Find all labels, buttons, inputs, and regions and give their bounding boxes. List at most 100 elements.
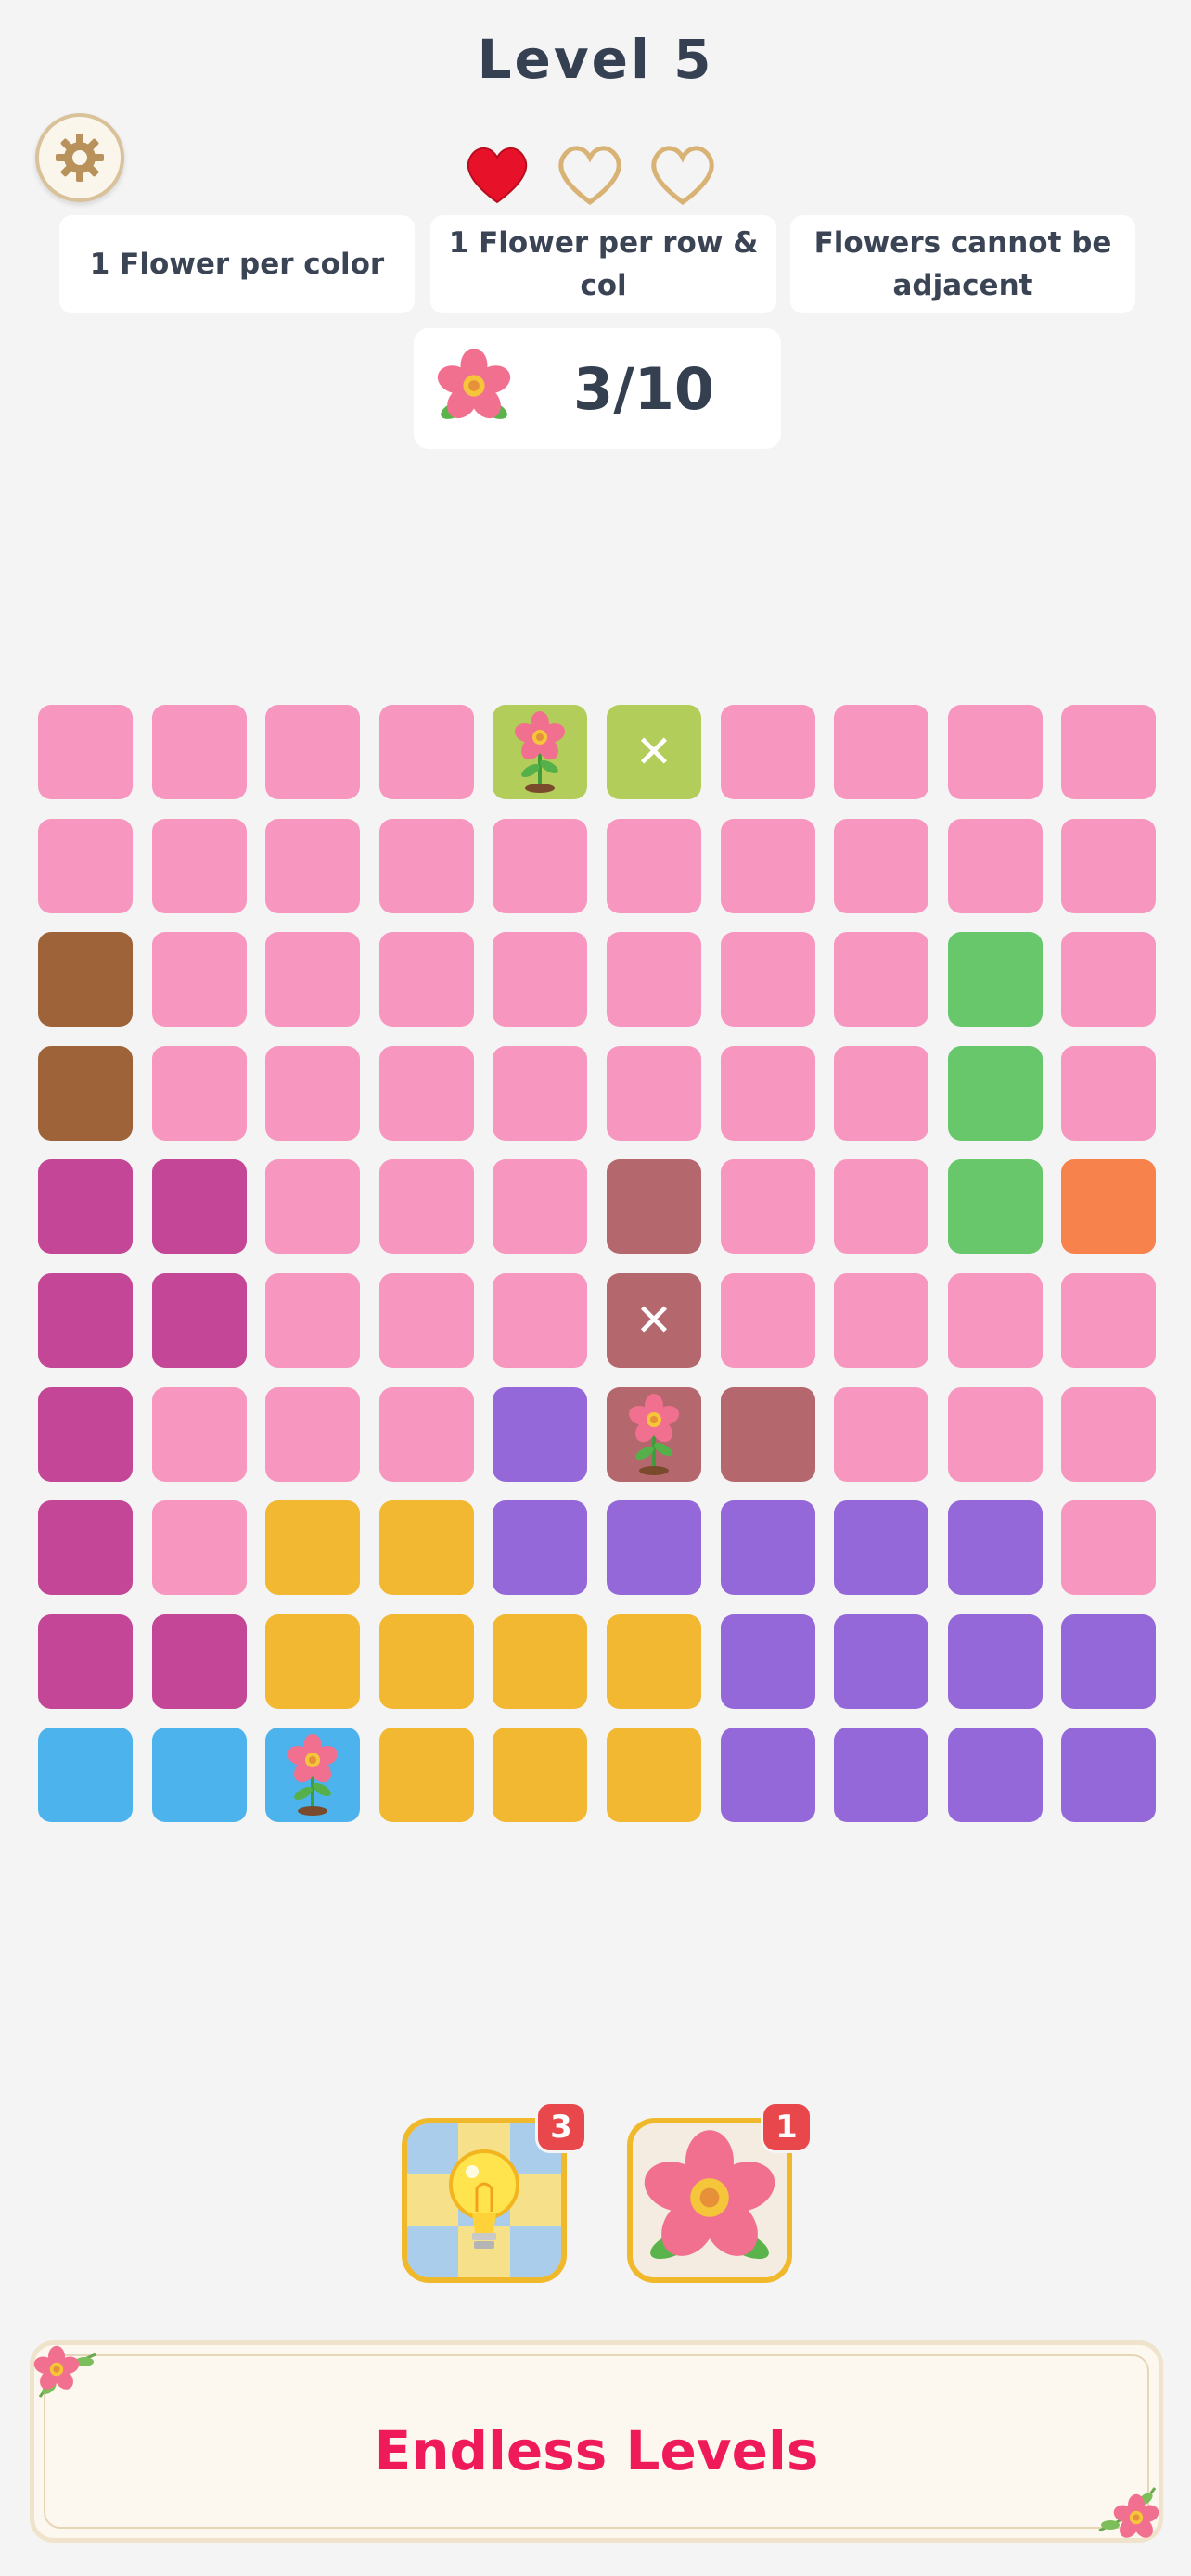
board-cell[interactable] xyxy=(493,1159,588,1255)
board-cell[interactable] xyxy=(493,818,588,913)
board-cell[interactable] xyxy=(151,818,247,913)
board-cell[interactable] xyxy=(38,932,133,1027)
board-cell[interactable] xyxy=(607,1386,701,1482)
board-cell[interactable] xyxy=(1061,818,1157,913)
board-cell[interactable] xyxy=(493,705,588,799)
board-cell[interactable] xyxy=(265,1728,361,1823)
board-cell[interactable] xyxy=(378,1273,474,1368)
board-cell[interactable] xyxy=(378,1728,474,1823)
board-cell[interactable] xyxy=(493,932,588,1027)
board-cell[interactable] xyxy=(947,932,1043,1027)
board-cell[interactable] xyxy=(607,1045,701,1141)
board-cell[interactable] xyxy=(378,818,474,913)
board-cell[interactable] xyxy=(607,818,701,913)
board-cell[interactable] xyxy=(38,705,133,799)
board-cell[interactable] xyxy=(834,1613,929,1709)
board-cell[interactable] xyxy=(151,1500,247,1596)
board-cell[interactable] xyxy=(1061,1613,1157,1709)
board-cell[interactable] xyxy=(720,932,815,1027)
board-cell[interactable] xyxy=(265,1159,361,1255)
board-cell[interactable] xyxy=(151,705,247,799)
board-cell[interactable]: ✕ xyxy=(607,1273,701,1368)
board-cell[interactable] xyxy=(834,1386,929,1482)
board-cell[interactable] xyxy=(834,1159,929,1255)
board-cell[interactable] xyxy=(378,1613,474,1709)
flower-booster-button[interactable]: 1 xyxy=(627,2101,813,2283)
board-cell[interactable] xyxy=(834,932,929,1027)
board-cell[interactable] xyxy=(38,818,133,913)
hint-booster-button[interactable]: 3 xyxy=(402,2101,587,2283)
board-cell[interactable] xyxy=(493,1273,588,1368)
board-cell[interactable] xyxy=(834,705,929,799)
board-cell[interactable] xyxy=(947,1273,1043,1368)
board-cell[interactable] xyxy=(1061,1386,1157,1482)
board-cell[interactable] xyxy=(720,705,815,799)
board-cell[interactable] xyxy=(38,1273,133,1368)
board-cell[interactable] xyxy=(38,1386,133,1482)
board-cell[interactable] xyxy=(493,1613,588,1709)
board-cell[interactable] xyxy=(151,1728,247,1823)
board-cell[interactable] xyxy=(947,1500,1043,1596)
board-cell[interactable] xyxy=(834,1045,929,1141)
board-cell[interactable] xyxy=(378,1386,474,1482)
board-cell[interactable] xyxy=(38,1159,133,1255)
board-cell[interactable] xyxy=(151,1045,247,1141)
board-cell[interactable] xyxy=(947,1159,1043,1255)
board-cell[interactable] xyxy=(1061,1159,1157,1255)
board-cell[interactable] xyxy=(607,932,701,1027)
board-cell[interactable] xyxy=(38,1045,133,1141)
board-cell[interactable] xyxy=(720,1045,815,1141)
board-cell[interactable] xyxy=(720,1159,815,1255)
board-cell[interactable] xyxy=(1061,705,1157,799)
board-cell[interactable] xyxy=(720,1500,815,1596)
settings-button[interactable] xyxy=(35,113,124,202)
board-cell[interactable] xyxy=(607,1728,701,1823)
board-cell[interactable] xyxy=(378,1500,474,1596)
board-cell[interactable] xyxy=(1061,932,1157,1027)
board-cell[interactable] xyxy=(947,1613,1043,1709)
board-cell[interactable] xyxy=(607,1613,701,1709)
board-cell[interactable] xyxy=(265,1500,361,1596)
board-cell[interactable] xyxy=(720,1273,815,1368)
board-cell[interactable] xyxy=(1061,1045,1157,1141)
board-cell[interactable] xyxy=(834,1500,929,1596)
board-cell[interactable] xyxy=(265,1386,361,1482)
board-cell[interactable] xyxy=(493,1045,588,1141)
board-cell[interactable] xyxy=(38,1613,133,1709)
board-cell[interactable] xyxy=(151,1386,247,1482)
board-cell[interactable] xyxy=(720,818,815,913)
board-cell[interactable] xyxy=(1061,1500,1157,1596)
board-cell[interactable] xyxy=(947,1728,1043,1823)
board-cell[interactable] xyxy=(947,818,1043,913)
board-cell[interactable] xyxy=(607,1500,701,1596)
board-cell[interactable] xyxy=(378,705,474,799)
board-cell[interactable] xyxy=(720,1613,815,1709)
board-cell[interactable] xyxy=(151,1273,247,1368)
board-cell[interactable] xyxy=(265,932,361,1027)
board-cell[interactable] xyxy=(38,1500,133,1596)
board-cell[interactable] xyxy=(607,1159,701,1255)
board-cell[interactable]: ✕ xyxy=(607,705,701,799)
board-cell[interactable] xyxy=(493,1386,588,1482)
board-cell[interactable] xyxy=(1061,1728,1157,1823)
board-cell[interactable] xyxy=(378,932,474,1027)
board-cell[interactable] xyxy=(265,1273,361,1368)
board-cell[interactable] xyxy=(265,818,361,913)
board-cell[interactable] xyxy=(151,932,247,1027)
board-cell[interactable] xyxy=(720,1386,815,1482)
board-cell[interactable] xyxy=(834,1728,929,1823)
board-cell[interactable] xyxy=(947,1045,1043,1141)
board-cell[interactable] xyxy=(947,705,1043,799)
board-cell[interactable] xyxy=(378,1159,474,1255)
board-cell[interactable] xyxy=(834,1273,929,1368)
board-cell[interactable] xyxy=(1061,1273,1157,1368)
board-cell[interactable] xyxy=(834,818,929,913)
endless-levels-banner[interactable]: Endless Levels xyxy=(30,2340,1163,2543)
board-cell[interactable] xyxy=(265,1613,361,1709)
board-cell[interactable] xyxy=(151,1159,247,1255)
board-cell[interactable] xyxy=(265,705,361,799)
board-cell[interactable] xyxy=(38,1728,133,1823)
board-cell[interactable] xyxy=(493,1728,588,1823)
board-cell[interactable] xyxy=(151,1613,247,1709)
board-cell[interactable] xyxy=(493,1500,588,1596)
